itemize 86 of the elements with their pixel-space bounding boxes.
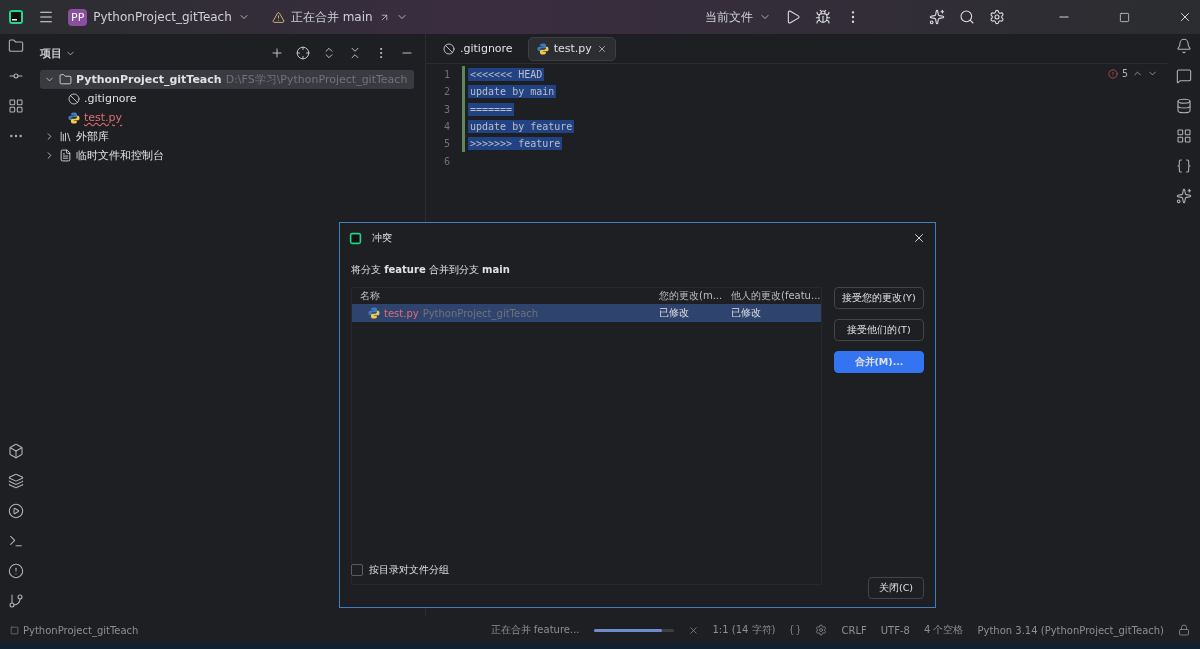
- branch-selector[interactable]: 正在合并 main: [271, 8, 408, 26]
- cancel-icon[interactable]: [687, 624, 699, 636]
- editor-tab[interactable]: .gitignore: [434, 36, 522, 61]
- project-name: PythonProject_gitTeach: [93, 10, 232, 24]
- menu-icon[interactable]: [38, 9, 54, 25]
- line-number: 2: [442, 86, 451, 98]
- project-badge: PP: [68, 8, 88, 26]
- merge-status: 正在合并 main: [290, 8, 373, 26]
- database-icon[interactable]: [1176, 98, 1192, 114]
- ai-icon[interactable]: [929, 9, 945, 25]
- tree-item[interactable]: .gitignore: [40, 89, 414, 108]
- dialog-button[interactable]: 接受您的更改(Y): [834, 287, 924, 309]
- run-config-selector[interactable]: 当前文件: [705, 8, 771, 26]
- dialog-button[interactable]: 接受他们的(T): [834, 319, 924, 341]
- close-icon[interactable]: [1178, 10, 1192, 24]
- run-icon[interactable]: [785, 9, 801, 25]
- table-cell-text: 已修改: [731, 306, 762, 320]
- error-icon: [1107, 68, 1118, 79]
- tree-item-label: PythonProject_gitTeach: [76, 73, 222, 86]
- app-logo-icon: [349, 231, 362, 245]
- line-number: 4: [442, 121, 451, 133]
- encoding[interactable]: UTF-8: [880, 624, 910, 636]
- code-icon[interactable]: [1176, 158, 1192, 174]
- warning-icon: [271, 10, 285, 24]
- line-number: 3: [442, 103, 451, 115]
- settings-icon[interactable]: [989, 9, 1005, 25]
- status-project[interactable]: PythonProject_gitTeach: [23, 624, 139, 636]
- scratch-icon: [59, 149, 72, 162]
- tree-item-label: 临时文件和控制台: [76, 148, 164, 163]
- problems-icon[interactable]: [8, 563, 24, 579]
- column-header: 您的更改(m...: [659, 289, 724, 303]
- maximize-icon[interactable]: [1119, 11, 1130, 23]
- run-config-label: 当前文件: [705, 8, 753, 26]
- dialog-title: 冲突: [372, 231, 392, 245]
- run-tool-icon[interactable]: [8, 503, 24, 519]
- cursor-position[interactable]: 1:1 (14 字符): [712, 623, 776, 637]
- dialog-message: 将分支 feature 合并到分支 main: [351, 263, 511, 277]
- add-icon[interactable]: [270, 46, 284, 60]
- assistant-icon[interactable]: [1176, 188, 1192, 204]
- line-number: 1: [442, 69, 451, 81]
- file-project: PythonProject_gitTeach: [422, 307, 539, 319]
- tree-item[interactable]: 外部库: [40, 127, 414, 146]
- column-header: 名称: [360, 289, 381, 303]
- tree-item[interactable]: test.py: [40, 108, 414, 127]
- panel-title[interactable]: 项目: [40, 45, 76, 61]
- notifications-icon[interactable]: [1176, 38, 1192, 54]
- python-file-icon: [368, 307, 380, 319]
- checkbox[interactable]: [351, 564, 363, 576]
- python-file-icon: [536, 42, 549, 55]
- project-tool-icon[interactable]: [8, 38, 24, 54]
- editor-tab[interactable]: test.py: [527, 36, 616, 61]
- tree-item-label: .gitignore: [84, 92, 137, 105]
- terminal-icon[interactable]: [8, 533, 24, 549]
- line-number: 6: [442, 155, 451, 167]
- indent[interactable]: 4 个空格: [923, 623, 964, 637]
- close-tab-icon: [596, 43, 607, 54]
- search-icon[interactable]: [959, 9, 975, 25]
- checkbox-label: 按目录对文件分组: [369, 563, 449, 577]
- collapse-all-icon[interactable]: [348, 46, 362, 60]
- line-number: 5: [442, 138, 451, 150]
- ignore-file-icon: [443, 42, 455, 55]
- tree-item-label: 外部库: [76, 129, 109, 144]
- debug-icon[interactable]: [815, 9, 831, 25]
- tree-item-label: test.py: [84, 111, 123, 124]
- library-icon: [59, 130, 72, 143]
- group-checkbox[interactable]: 按目录对文件分组: [351, 563, 449, 577]
- column-header: 他人的更改(featu...: [731, 289, 821, 303]
- locate-icon[interactable]: [296, 46, 310, 60]
- close-icon[interactable]: [912, 231, 926, 245]
- line-ending[interactable]: CRLF: [841, 624, 867, 636]
- app-logo-icon: [8, 9, 24, 25]
- lock-icon[interactable]: [1178, 624, 1190, 636]
- tree-item[interactable]: 临时文件和控制台: [40, 146, 414, 165]
- file-name: test.py: [384, 307, 419, 319]
- git-icon[interactable]: [8, 593, 24, 609]
- python-file-icon: [68, 111, 80, 124]
- project-selector[interactable]: PP PythonProject_gitTeach: [68, 8, 250, 26]
- chat-icon[interactable]: [1176, 68, 1192, 84]
- merge-progress-label: 正在合并 feature...: [490, 623, 580, 637]
- error-count: 5: [1121, 68, 1128, 79]
- ignore-file-icon: [68, 92, 80, 105]
- conflict-row[interactable]: test.py PythonProject_gitTeach 已修改 已修改: [352, 304, 821, 322]
- table-cell-text: 已修改: [659, 306, 690, 320]
- interpreter[interactable]: Python 3.14 (PythonProject_gitTeach): [977, 624, 1164, 636]
- close-button[interactable]: 关闭(C): [868, 577, 924, 599]
- folder-icon: [59, 73, 72, 86]
